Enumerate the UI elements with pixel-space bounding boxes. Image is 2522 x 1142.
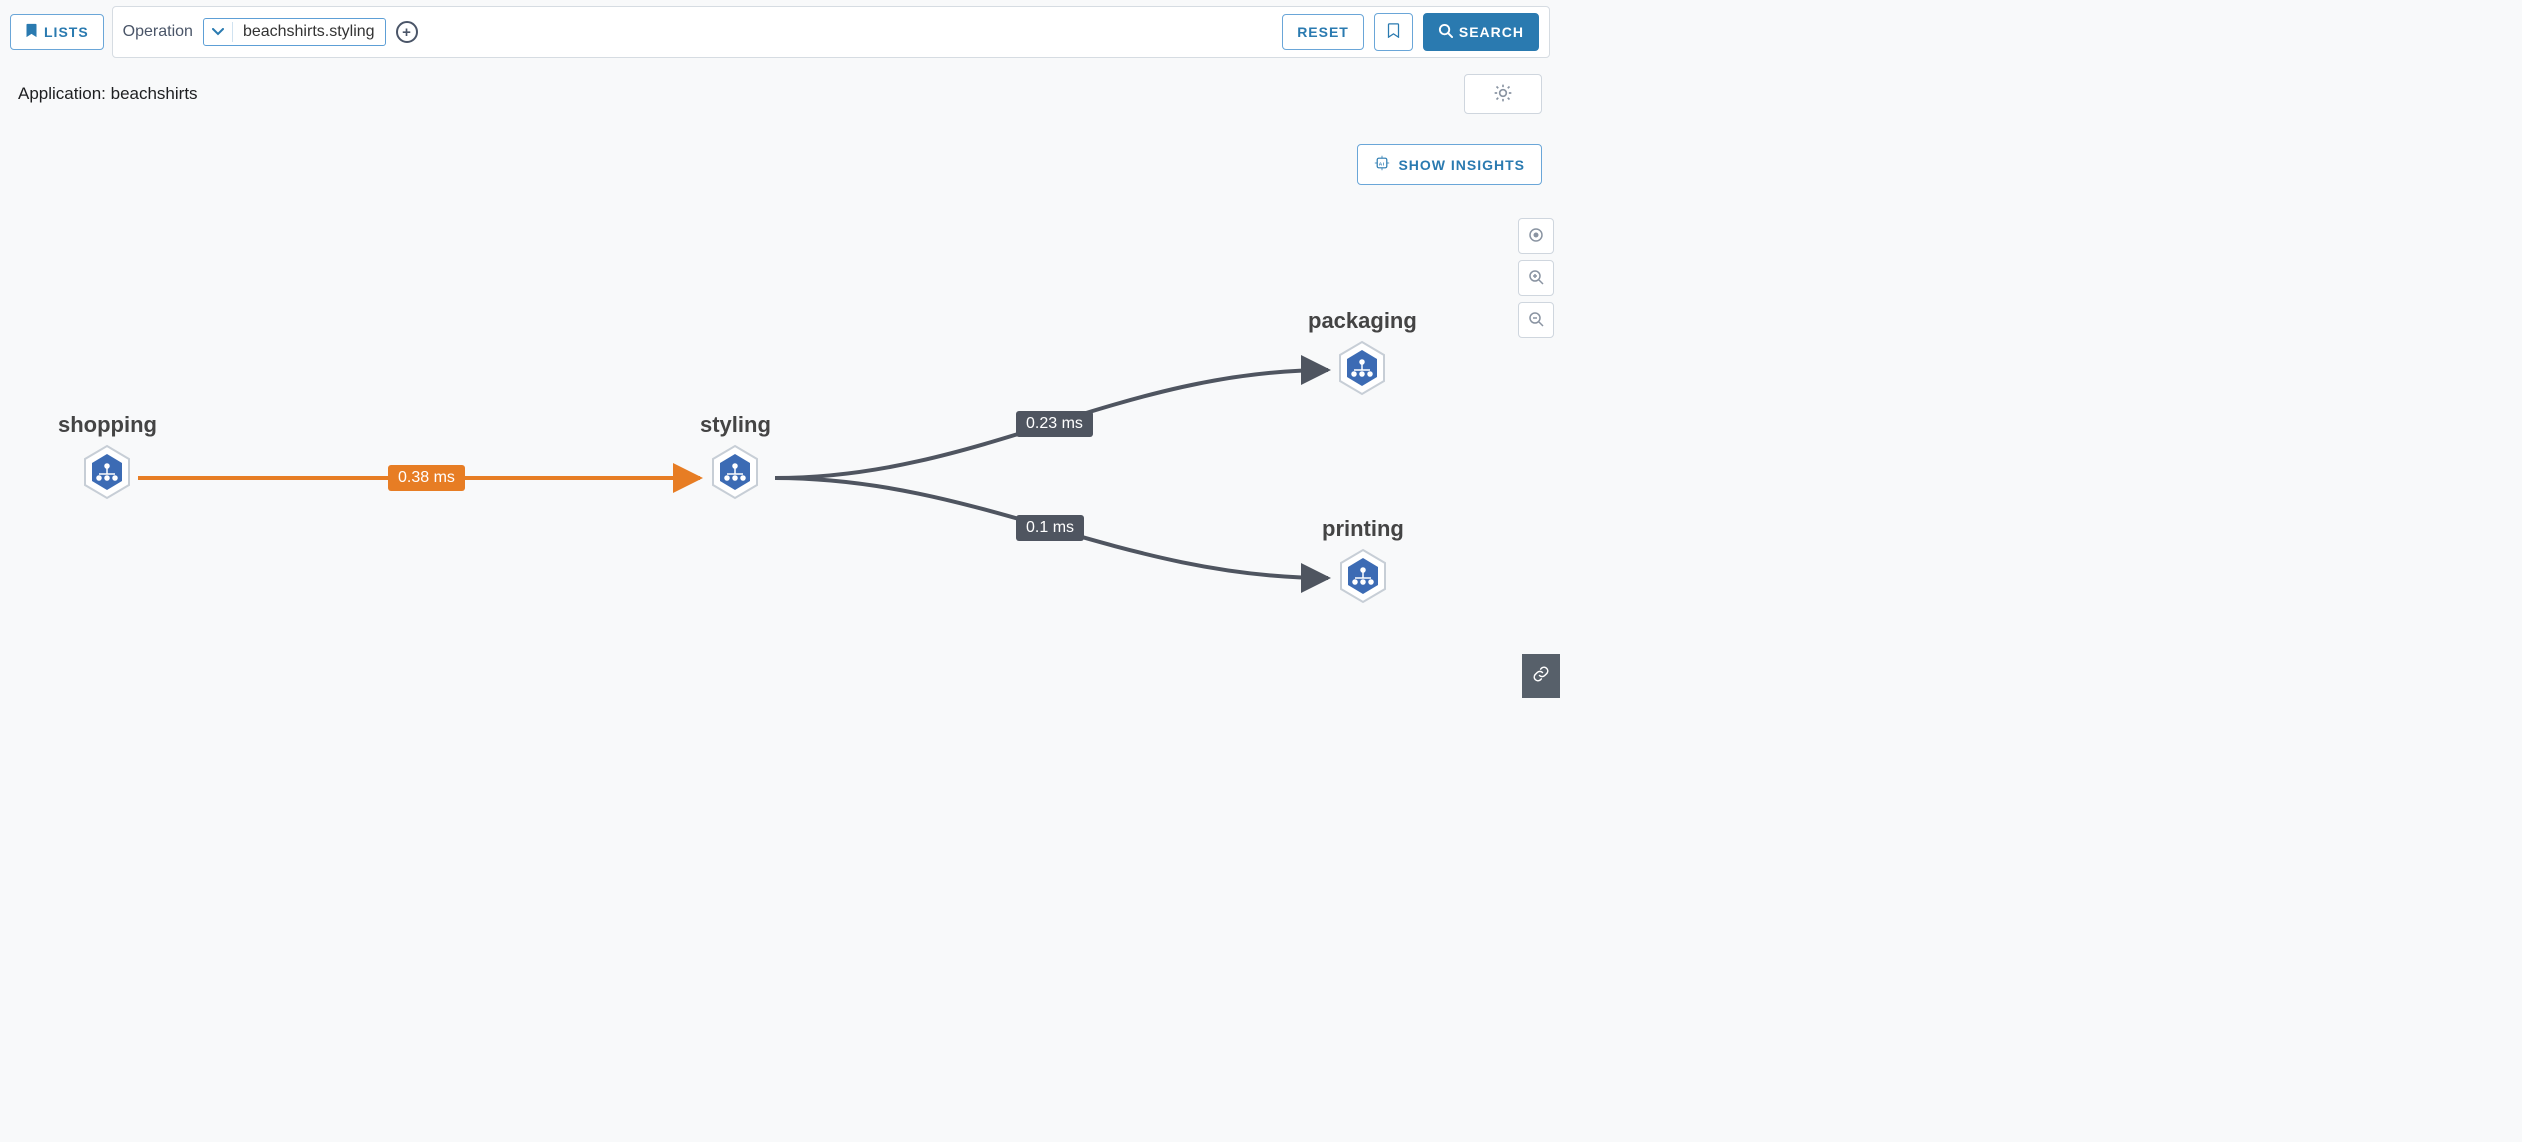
filter-bar: Operation beachshirts.styling + RESET SE… — [112, 6, 1550, 58]
filter-label: Operation — [123, 23, 193, 41]
lists-button-label: LISTS — [44, 24, 89, 40]
kubernetes-hex-icon — [82, 444, 132, 500]
sub-header: Application: beachshirts — [0, 64, 1560, 114]
insights-row: AI SHOW INSIGHTS — [0, 114, 1560, 185]
reset-button[interactable]: RESET — [1282, 14, 1364, 50]
service-node-label: packaging — [1308, 308, 1417, 334]
reset-button-label: RESET — [1297, 24, 1349, 40]
kubernetes-hex-icon — [710, 444, 760, 500]
search-icon — [1438, 23, 1453, 41]
service-node-packaging[interactable]: packaging — [1308, 308, 1417, 396]
application-label: Application: beachshirts — [18, 84, 198, 104]
bookmark-button[interactable] — [1374, 13, 1413, 51]
kubernetes-hex-icon — [1337, 340, 1387, 396]
service-node-label: printing — [1322, 516, 1404, 542]
kubernetes-hex-icon — [1338, 548, 1388, 604]
bookmark-icon — [25, 23, 38, 41]
share-link-button[interactable] — [1522, 654, 1560, 698]
service-node-printing[interactable]: printing — [1322, 516, 1404, 604]
settings-button[interactable] — [1464, 74, 1542, 114]
service-node-shopping[interactable]: shopping — [58, 412, 157, 500]
gear-icon — [1493, 83, 1513, 106]
edge-latency-styling-printing: 0.1 ms — [1016, 515, 1084, 541]
toolbar: LISTS Operation beachshirts.styling + RE… — [0, 0, 1560, 64]
operation-filter-chip[interactable]: beachshirts.styling — [203, 18, 386, 46]
bookmark-outline-icon — [1387, 23, 1400, 41]
svg-text:AI: AI — [1379, 161, 1385, 167]
edge-latency-styling-packaging: 0.23 ms — [1016, 411, 1093, 437]
service-node-label: shopping — [58, 412, 157, 438]
chevron-down-icon[interactable] — [204, 22, 233, 42]
operation-filter-value: beachshirts.styling — [233, 19, 385, 45]
service-node-styling[interactable]: styling — [700, 412, 771, 500]
edge-latency-shopping-styling: 0.38 ms — [388, 465, 465, 491]
show-insights-label: SHOW INSIGHTS — [1398, 157, 1525, 173]
service-map-canvas[interactable]: shopping styling packaging printing 0.38… — [0, 200, 1560, 660]
link-icon — [1532, 665, 1550, 688]
show-insights-button[interactable]: AI SHOW INSIGHTS — [1357, 144, 1542, 185]
ai-chip-icon: AI — [1374, 155, 1390, 174]
lists-button[interactable]: LISTS — [10, 14, 104, 50]
service-node-label: styling — [700, 412, 771, 438]
search-button-label: SEARCH — [1459, 24, 1524, 40]
add-filter-button[interactable]: + — [396, 21, 418, 43]
search-button[interactable]: SEARCH — [1423, 13, 1539, 51]
plus-icon: + — [402, 24, 411, 41]
